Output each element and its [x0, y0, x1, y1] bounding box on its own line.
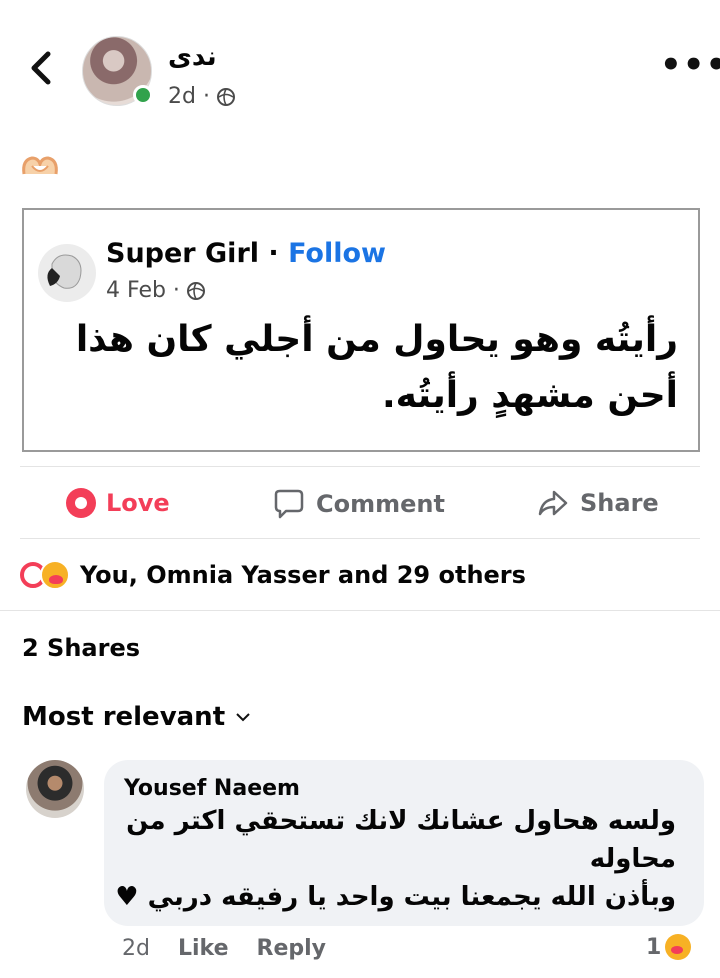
shared-text-line-1: رأيتُه وهو يحاول من أجلي كان هذا [75, 319, 678, 360]
shared-author-line: Super Girl · Follow [106, 238, 386, 269]
love-reaction-icon [66, 488, 96, 518]
comment-sort-selector[interactable]: Most relevant [22, 702, 251, 732]
comment-bubble: Yousef Naeem ولسه هحاول عشانك لانك تستحق… [104, 760, 704, 926]
share-button[interactable]: Share [536, 488, 659, 518]
shared-text-line-2: أحن مشهدٍ رأيتُه. [381, 375, 678, 416]
share-arrow-icon [538, 490, 568, 516]
back-chevron-icon[interactable] [28, 50, 56, 86]
reaction-icons [20, 560, 72, 590]
divider [20, 466, 700, 467]
comment-reply-button[interactable]: Reply [257, 936, 327, 961]
shared-separator: · [259, 238, 289, 269]
shared-author-name[interactable]: Super Girl [106, 238, 259, 269]
shared-author-avatar-art [47, 254, 82, 289]
comment-text-line-1: ولسه هحاول عشانك لانك تستحقي اكتر من [126, 806, 676, 836]
globe-icon [186, 281, 205, 300]
divider [20, 538, 700, 539]
post-meta: 2d · [168, 84, 236, 109]
commenter-avatar[interactable] [26, 760, 84, 818]
comment-text-line-3: وبأذن الله يجمعنا بيت واحد يا رفيقه دربي… [115, 882, 676, 912]
love-button-label: Love [106, 489, 170, 517]
shared-post-card[interactable]: Super Girl · Follow 4 Feb · رأيتُه وهو ي… [22, 208, 700, 452]
post-header: ندى 2d · ••• [0, 0, 720, 120]
shared-post-text: رأيتُه وهو يحاول من أجلي كان هذا أحن مشه… [58, 312, 678, 424]
comment-button[interactable]: Comment [272, 488, 445, 520]
globe-icon [216, 87, 235, 106]
share-button-label: Share [580, 489, 659, 517]
shares-count[interactable]: 2 Shares [22, 634, 140, 662]
comment-time[interactable]: 2d [122, 936, 150, 961]
post-actions-bar: Love Comment Share [0, 478, 720, 534]
follow-button[interactable]: Follow [288, 238, 386, 269]
reactions-text: You, Omnia Yasser and 29 others [80, 561, 526, 589]
comment-reaction-number: 1 [646, 934, 662, 960]
post-author-name[interactable]: ندى [168, 42, 217, 72]
reactions-summary[interactable]: You, Omnia Yasser and 29 others [20, 560, 526, 590]
comment-button-label: Comment [316, 490, 445, 518]
chevron-down-icon [236, 713, 250, 722]
heart-hands-emoji [22, 156, 58, 175]
comment-reaction-count[interactable]: 1 [646, 934, 692, 960]
love-button[interactable]: Love [66, 488, 170, 518]
online-status-icon [133, 85, 153, 105]
more-options-icon[interactable]: ••• [660, 48, 720, 82]
commenter-name[interactable]: Yousef Naeem [124, 776, 300, 801]
shared-author-avatar[interactable] [38, 244, 96, 302]
post-time[interactable]: 2d · [168, 84, 210, 109]
care-reaction-icon [40, 560, 70, 590]
comment-footer: 2d Like Reply [122, 936, 326, 961]
care-reaction-icon [665, 934, 692, 960]
sort-label: Most relevant [22, 702, 226, 732]
shared-post-meta: 4 Feb · [106, 278, 206, 303]
comment-icon [274, 489, 304, 519]
comment-text-line-2: محاوله [589, 844, 676, 874]
divider [0, 610, 720, 611]
shared-post-date[interactable]: 4 Feb · [106, 278, 180, 303]
comment-like-button[interactable]: Like [178, 936, 229, 961]
